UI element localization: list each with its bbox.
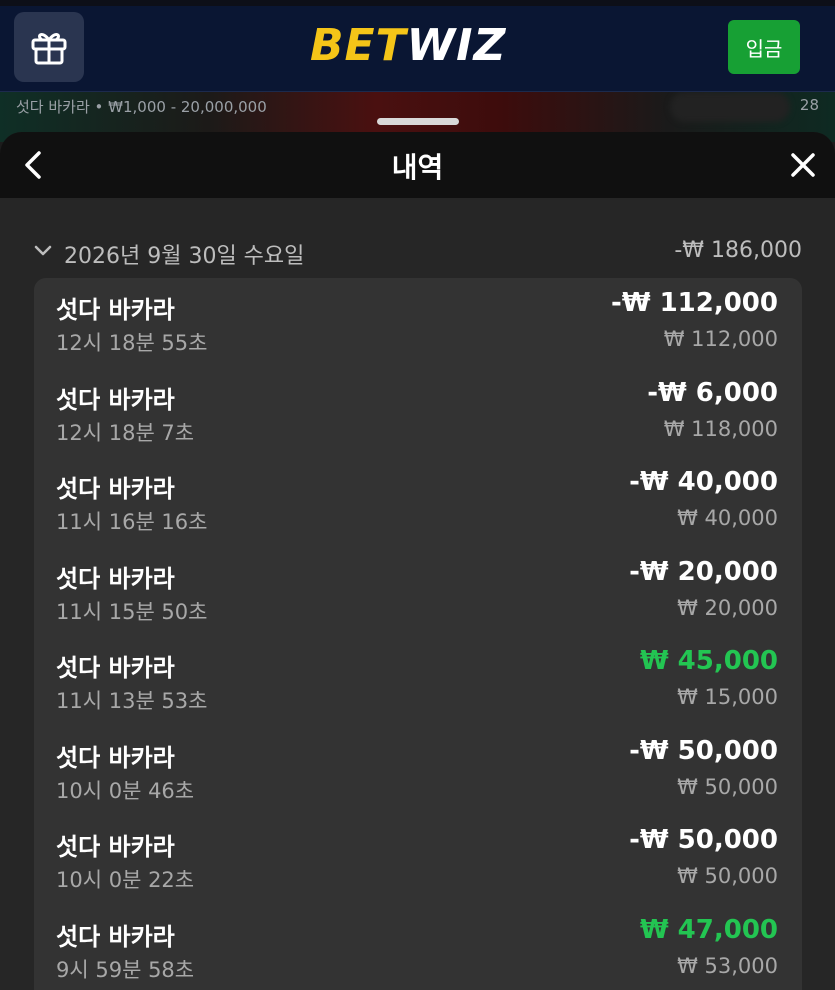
row-game-name: 섯다 바카라 — [56, 475, 175, 503]
gift-icon — [31, 33, 67, 65]
history-row[interactable]: 섯다 바카라 12시 18분 55초 -₩ 112,000 ₩ 112,000 — [34, 278, 802, 367]
row-amount: -₩ 6,000 — [647, 377, 778, 408]
row-bet-amount: ₩ 15,000 — [677, 685, 778, 709]
row-game-name: 섯다 바카라 — [56, 564, 175, 593]
history-row[interactable]: 섯다 바카라 9시 59분 58초 ₩ 47,000 ₩ 53,000 — [34, 905, 802, 990]
logo-bet-text: BET — [310, 20, 407, 71]
history-row[interactable]: 섯다 바카라 10시 0분 46초 -₩ 50,000 ₩ 50,000 — [34, 726, 802, 815]
date-group-header[interactable]: 2026년 9월 30일 수요일 -₩ 186,000 — [34, 236, 802, 270]
history-row[interactable]: 섯다 바카라 11시 13분 53초 ₩ 45,000 ₩ 15,000 — [34, 636, 802, 725]
row-time: 12시 18분 7초 — [56, 420, 195, 445]
row-time: 9시 59분 58초 — [56, 957, 195, 982]
date-total: -₩ 186,000 — [674, 238, 802, 263]
history-row[interactable]: 섯다 바카라 11시 15분 50초 -₩ 20,000 ₩ 20,000 — [34, 547, 802, 636]
chevron-down-icon — [34, 245, 52, 256]
row-time: 10시 0분 46초 — [56, 778, 195, 803]
history-row[interactable]: 섯다 바카라 11시 16분 16초 -₩ 40,000 ₩ 40,000 — [34, 457, 802, 546]
sheet-drag-handle[interactable] — [377, 118, 459, 125]
row-bet-amount: ₩ 112,000 — [663, 327, 778, 351]
close-button[interactable] — [786, 148, 820, 182]
row-bet-amount: ₩ 50,000 — [677, 864, 778, 888]
row-amount: ₩ 47,000 — [639, 914, 778, 945]
row-bet-amount: ₩ 53,000 — [677, 953, 778, 978]
row-bet-amount: ₩ 20,000 — [677, 595, 778, 620]
redacted-area — [670, 92, 790, 122]
betwiz-logo[interactable]: BETWIZ — [310, 20, 506, 71]
close-icon — [791, 153, 815, 177]
logo-wiz-text: WIZ — [406, 20, 507, 71]
history-row[interactable]: 섯다 바카라 10시 0분 22초 -₩ 50,000 ₩ 50,000 — [34, 815, 802, 904]
sheet-header: 내역 — [0, 132, 835, 198]
row-game-name: 섯다 바카라 — [56, 922, 175, 951]
game-right-caption: 28 — [799, 96, 819, 114]
gift-button[interactable] — [14, 12, 84, 82]
row-bet-amount: ₩ 40,000 — [677, 506, 778, 530]
deposit-button[interactable]: 입금 — [728, 20, 800, 74]
date-label: 2026년 9월 30일 수요일 — [64, 244, 305, 269]
game-caption: 섯다 바카라 • ₩1,000 - 20,000,000 — [16, 98, 267, 116]
row-time: 11시 15분 50초 — [56, 599, 208, 624]
row-bet-amount: ₩ 118,000 — [663, 416, 778, 441]
row-time: 12시 18분 55초 — [56, 331, 208, 355]
history-list: 섯다 바카라 12시 18분 55초 -₩ 112,000 ₩ 112,000 섯다 바… — [34, 278, 802, 990]
row-game-name: 섯다 바카라 — [56, 385, 175, 414]
row-amount: ₩ 45,000 — [639, 646, 778, 676]
row-bet-amount: ₩ 50,000 — [677, 774, 778, 799]
app-header: BETWIZ 입금 — [0, 0, 835, 92]
row-time: 11시 16분 16초 — [56, 510, 208, 534]
row-time: 11시 13분 53초 — [56, 689, 208, 713]
row-game-name: 섯다 바카라 — [56, 296, 175, 324]
row-amount: -₩ 50,000 — [629, 735, 778, 766]
row-amount: -₩ 50,000 — [629, 825, 778, 855]
history-sheet: 내역 2026년 9월 30일 수요일 -₩ 186,000 섯다 바카라 12시… — [0, 132, 835, 990]
row-time: 10시 0분 22초 — [56, 868, 195, 892]
row-amount: -₩ 20,000 — [629, 556, 778, 587]
row-amount: -₩ 40,000 — [629, 467, 778, 497]
row-game-name: 섯다 바카라 — [56, 743, 175, 772]
row-game-name: 섯다 바카라 — [56, 833, 175, 861]
history-row[interactable]: 섯다 바카라 12시 18분 7초 -₩ 6,000 ₩ 118,000 — [34, 368, 802, 457]
row-amount: -₩ 112,000 — [611, 288, 778, 318]
row-game-name: 섯다 바카라 — [56, 654, 175, 682]
sheet-title: 내역 — [391, 151, 444, 184]
